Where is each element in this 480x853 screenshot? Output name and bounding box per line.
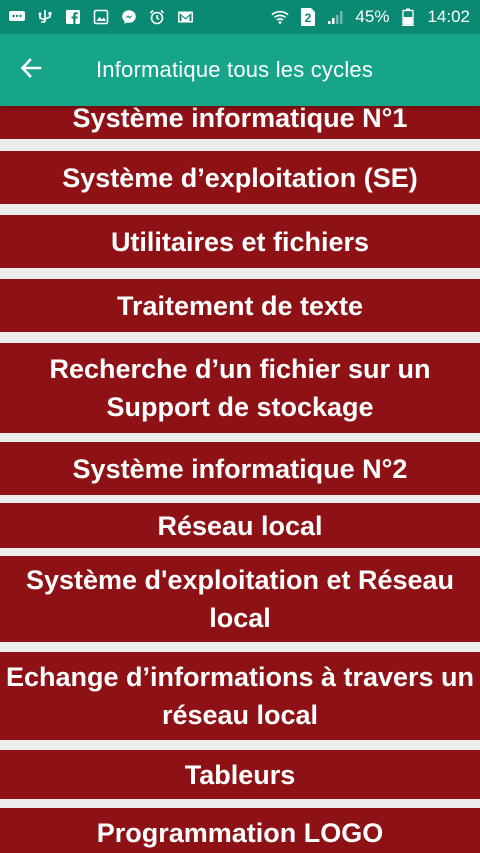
- gallery-icon: [92, 9, 110, 25]
- list-item-label: Réseau local: [157, 510, 323, 541]
- list-item-systeme-exploitation[interactable]: Système d’exploitation (SE): [0, 151, 480, 204]
- list-item-utilitaires-fichiers[interactable]: Utilitaires et fichiers: [0, 215, 480, 268]
- list-item-systeme-informatique-1[interactable]: Système informatique N°1: [0, 106, 480, 139]
- list-item-label: Traitement de texte: [116, 290, 364, 321]
- system-icons: 2 45% 14:02: [271, 7, 470, 27]
- list-item-label: Système d’exploitation (SE): [62, 162, 418, 193]
- signal-icon: [327, 9, 345, 25]
- facebook-icon: [64, 9, 82, 25]
- list-item-label: Système d'exploitation et Réseau local: [25, 565, 455, 633]
- app-bar: Informatique tous les cycles: [0, 34, 480, 106]
- list-item-reseau-local[interactable]: Réseau local: [0, 503, 480, 548]
- list-item-label: Utilitaires et fichiers: [110, 226, 370, 257]
- list-item-label: Système informatique N°2: [72, 453, 408, 484]
- list-item-se-reseau-local[interactable]: Système d'exploitation et Réseau local: [0, 556, 480, 642]
- notification-icons: [8, 9, 194, 25]
- status-bar: 2 45% 14:02: [0, 0, 480, 34]
- svg-text:2: 2: [305, 11, 312, 25]
- arrow-left-icon: [20, 57, 42, 84]
- alarm-icon: [148, 9, 166, 25]
- battery-percentage: 45%: [355, 7, 390, 26]
- back-button[interactable]: [0, 34, 62, 106]
- messenger-icon: [120, 9, 138, 25]
- list-item-echange-informations[interactable]: Echange d’informations à travers un rése…: [0, 652, 480, 740]
- list-item-label: Programmation LOGO: [96, 818, 384, 848]
- wifi-icon: [271, 9, 290, 25]
- battery-icon: [399, 8, 417, 26]
- list-item-recherche-fichier[interactable]: Recherche d’un fichier sur un Support de…: [0, 343, 480, 433]
- list-item-label: Tableurs: [184, 759, 296, 790]
- usb-icon: [36, 9, 54, 25]
- clock: 14:02: [427, 7, 470, 26]
- gmail-icon: [176, 9, 194, 25]
- list-item-traitement-texte[interactable]: Traitement de texte: [0, 279, 480, 332]
- list-item-systeme-informatique-2[interactable]: Système informatique N°2: [0, 442, 480, 495]
- list-item-programmation-logo[interactable]: Programmation LOGO: [0, 808, 480, 853]
- sim-2-icon: 2: [299, 8, 317, 26]
- list-item-tableurs[interactable]: Tableurs: [0, 750, 480, 799]
- lesson-list[interactable]: Système informatique N°1 Système d’explo…: [0, 106, 480, 853]
- messages-icon: [8, 9, 26, 25]
- list-item-label: Système informatique N°1: [72, 106, 408, 133]
- list-item-label: Echange d’informations à travers un rése…: [5, 662, 475, 730]
- page-title: Informatique tous les cycles: [96, 57, 374, 82]
- list-item-label: Recherche d’un fichier sur un Support de…: [49, 354, 431, 422]
